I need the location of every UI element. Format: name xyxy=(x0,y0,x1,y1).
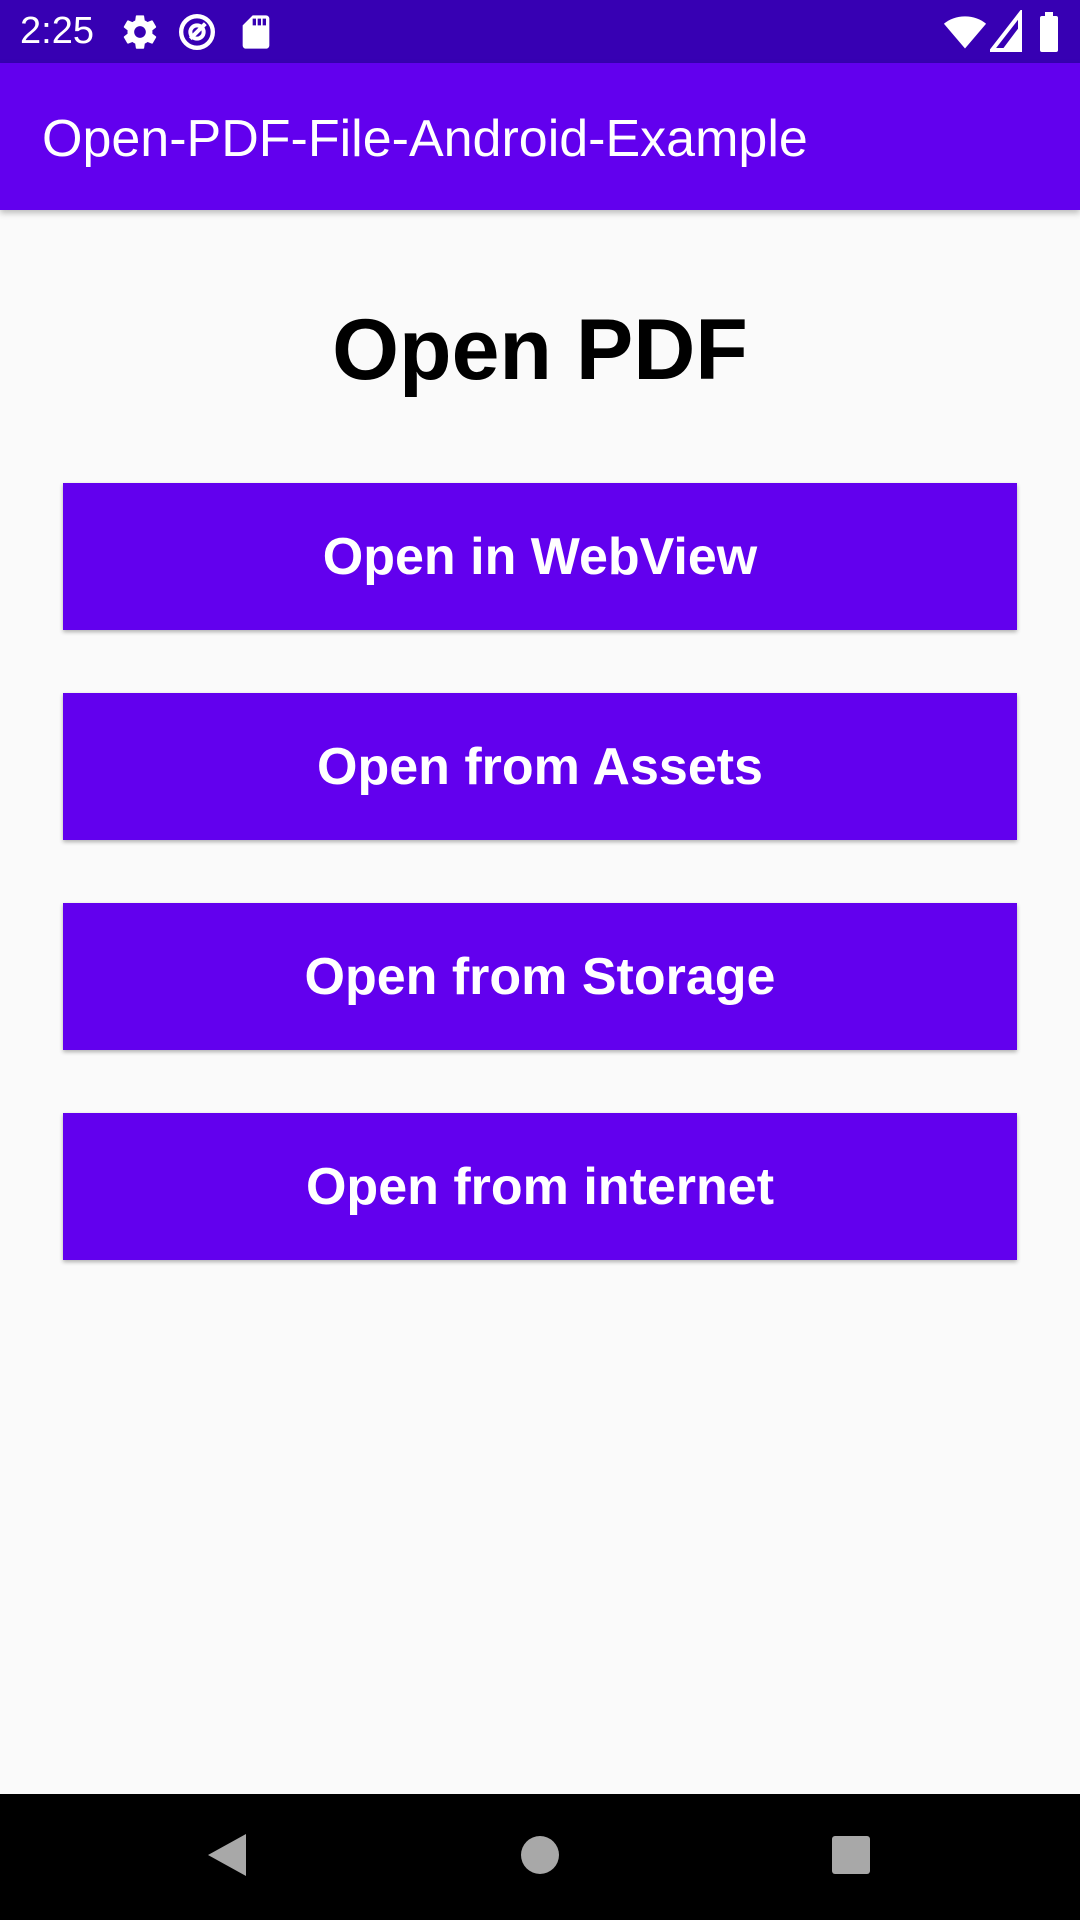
back-icon xyxy=(204,1830,250,1885)
home-icon xyxy=(519,1834,561,1881)
screen: 2:25 Open-PDF-File-Android-Example Open … xyxy=(0,0,1080,1920)
recents-button[interactable] xyxy=(781,1794,921,1920)
at-sign-icon xyxy=(177,12,217,52)
home-button[interactable] xyxy=(470,1794,610,1920)
wifi-icon xyxy=(942,10,988,54)
back-button[interactable] xyxy=(157,1794,297,1920)
signal-icon xyxy=(987,8,1022,54)
navigation-bar xyxy=(0,1794,1080,1920)
gear-icon xyxy=(120,12,160,52)
app-title: Open-PDF-File-Android-Example xyxy=(42,110,808,168)
open-from-internet-button[interactable]: Open from internet xyxy=(63,1113,1017,1260)
sd-card-icon xyxy=(236,12,276,52)
open-from-assets-button[interactable]: Open from Assets xyxy=(63,693,1017,840)
recents-icon xyxy=(831,1835,871,1880)
open-from-storage-button[interactable]: Open from Storage xyxy=(63,903,1017,1050)
app-bar: Open-PDF-File-Android-Example xyxy=(0,63,1080,210)
open-in-webview-button[interactable]: Open in WebView xyxy=(63,483,1017,630)
battery-icon xyxy=(1038,10,1060,54)
status-bar: 2:25 xyxy=(0,0,1080,63)
page-heading: Open PDF xyxy=(332,302,748,398)
status-time: 2:25 xyxy=(20,10,94,52)
